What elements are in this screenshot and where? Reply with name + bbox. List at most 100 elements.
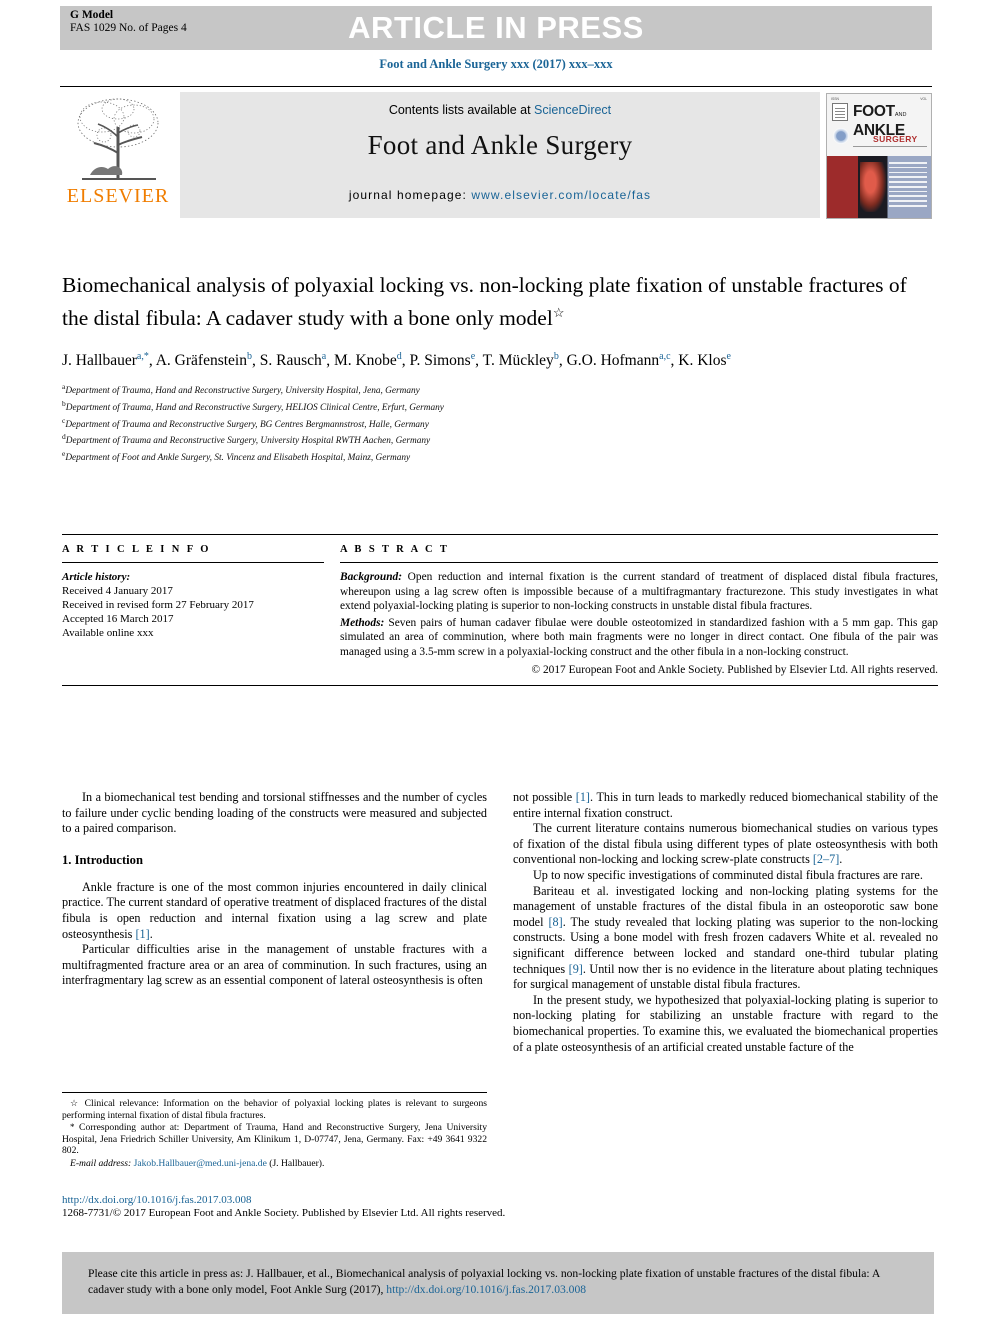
homepage-url[interactable]: www.elsevier.com/locate/fas [471,188,651,202]
author-list: J. Hallbauera,*, A. Gräfensteinb, S. Rau… [62,351,731,370]
issn-copyright-line: 1268-7731/© 2017 European Foot and Ankle… [62,1207,506,1219]
cover-contents-lines [889,162,927,214]
abstract-background-label: Background: [340,571,403,583]
homepage-label: journal homepage: [348,188,467,202]
abstract-heading: A B S T R A C T [340,544,450,555]
affiliation-item: dDepartment of Trauma and Reconstructive… [62,431,938,448]
cover-snowflake-icon [833,128,849,144]
affiliation-item: cDepartment of Trauma and Reconstructive… [62,415,938,432]
section-heading-introduction: 1. Introduction [62,852,143,867]
abstract-methods-text: Seven pairs of human cadaver fibulae wer… [340,616,938,658]
abstract-methods: Methods: Seven pairs of human cadaver fi… [340,616,938,660]
contents-prefix: Contents lists available at [388,103,535,117]
right-paragraph-1-text: not possible [513,790,576,804]
citation-ref-2-7[interactable]: [2–7] [813,852,839,866]
masthead-grey-panel: Contents lists available at ScienceDirec… [180,92,820,218]
right-paragraph-2-end: . [839,852,843,867]
info-abstract-section: A R T I C L E I N F O Article history: R… [62,534,938,687]
abstract-divider [340,562,938,563]
body-left-column: In a biomechanical test bending and tors… [62,790,487,1055]
citation-ref-1[interactable]: [1] [576,790,590,804]
title-block: Biomechanical analysis of polyaxial lock… [62,272,938,465]
affiliation-text: Department of Trauma and Reconstructive … [65,436,431,447]
contents-lists-line: Contents lists available at ScienceDirec… [180,103,820,117]
cover-top-strip: ISSN VOL [831,97,927,101]
citation-ref-1[interactable]: [1] [135,927,149,941]
journal-citation-line: Foot and Ankle Surgery xxx (2017) xxx–xx… [379,57,613,71]
elsevier-wordmark: ELSEVIER [66,185,170,207]
affiliation-item: aDepartment of Trauma, Hand and Reconstr… [62,381,938,398]
cover-divider [853,146,927,147]
right-paragraph-2: The current literature contains numerous… [513,821,938,868]
right-paragraph-1: not possible [1]. This in turn leads to … [513,790,938,821]
abstract-copyright: © 2017 European Foot and Ankle Society. … [531,663,938,676]
article-history-item: Available online xxx [62,627,154,639]
right-paragraph-5: In the present study, we hypothesized th… [513,992,938,1054]
cover-title-and: AND [894,112,907,118]
please-cite-text: Please cite this article in press as: J.… [88,1266,908,1298]
affiliation-text: Department of Trauma, Hand and Reconstru… [65,403,444,414]
body-columns: In a biomechanical test bending and tors… [62,790,938,1055]
cover-title: FOOTAND ANKLE [853,103,907,139]
article-in-press-banner: G Model FAS 1029 No. of Pages 4 ARTICLE … [60,6,932,50]
page-title-text: Biomechanical analysis of polyaxial lock… [62,273,907,331]
footnote-corresponding-author-text: Corresponding author at: Department of T… [62,1122,487,1157]
intro-paragraph-1-end: . [149,926,153,941]
article-history-item: Received in revised form 27 February 201… [62,599,254,611]
affiliation-text: Department of Foot and Ankle Surgery, St… [65,453,411,464]
article-history-item: Accepted 16 March 2017 [62,613,174,625]
footnote-clinical-relevance-text: Clinical relevance: Information on the b… [62,1098,487,1121]
article-info-heading: A R T I C L E I N F O [62,544,211,555]
elsevier-logo: ELSEVIER [62,93,174,217]
email-link[interactable]: Jakob.Hallbauer@med.uni-jena.de [134,1158,267,1169]
cite-doi-link[interactable]: http://dx.doi.org/10.1016/j.fas.2017.03.… [386,1283,586,1296]
article-history-label: Article history: [62,571,131,583]
right-paragraph-3: Up to now specific investigations of com… [533,867,923,882]
cover-title-foot: FOOT [853,103,895,120]
sciencedirect-link[interactable]: ScienceDirect [534,103,611,117]
email-owner: (J. Hallbauer). [266,1157,325,1169]
right-paragraph-2-text: The current literature contains numerous… [513,821,938,867]
intro-paragraph-1: Ankle fracture is one of the most common… [62,880,487,942]
right-paragraph-4: Bariteau et al. investigated locking and… [513,884,938,993]
doi-url[interactable]: http://dx.doi.org/10.1016/j.fas.2017.03.… [62,1194,622,1207]
doi-footer-block: http://dx.doi.org/10.1016/j.fas.2017.03.… [62,1194,622,1220]
elsevier-tree-icon [77,98,159,180]
affiliation-list: aDepartment of Trauma, Hand and Reconstr… [62,381,938,464]
footnote-star-marker: ☆ [70,1098,81,1108]
citation-ref-8[interactable]: [8] [548,915,562,929]
article-history-item: Received 4 January 2017 [62,585,173,597]
affiliation-item: bDepartment of Trauma, Hand and Reconstr… [62,398,938,415]
journal-cover-thumbnail: ISSN VOL FOOTAND ANKLE SURGERY [826,93,932,219]
journal-homepage-line: journal homepage: www.elsevier.com/locat… [180,188,820,202]
article-info-column: A R T I C L E I N F O Article history: R… [62,544,340,677]
please-cite-box: Please cite this article in press as: J.… [62,1252,934,1314]
abstract-column: A B S T R A C T Background: Open reducti… [340,544,938,677]
footnote-clinical-relevance: ☆ Clinical relevance: Information on the… [62,1098,487,1121]
intro-paragraph-1-text: Ankle fracture is one of the most common… [62,879,487,941]
journal-name: Foot and Ankle Surgery [367,130,633,160]
cover-anatomy-graphic [860,162,887,212]
cover-header: ISSN VOL FOOTAND ANKLE SURGERY [827,94,931,156]
cover-image [827,156,931,218]
abstract-background-text: Open reduction and internal fixation is … [340,571,938,613]
title-footnote-marker: ☆ [552,305,565,320]
affiliation-text: Department of Trauma, Hand and Reconstru… [65,386,420,397]
intro-paragraph-2: Particular difficulties arise in the man… [62,942,487,988]
abstract-background: Background: Open reduction and internal … [340,570,938,614]
footnote-corresponding-author: * Corresponding author at: Department of… [62,1122,487,1157]
affiliation-text: Department of Trauma and Reconstructive … [65,419,429,430]
footnote-email: E-mail address: Jakob.Hallbauer@med.uni-… [62,1158,487,1170]
lead-paragraph: In a biomechanical test bending and tors… [62,790,487,836]
abstract-methods-label: Methods: [340,616,385,629]
journal-masthead: Contents lists available at ScienceDirec… [60,86,932,219]
body-right-column: not possible [1]. This in turn leads to … [513,790,938,1055]
citation-ref-9[interactable]: [9] [569,962,583,976]
page-title: Biomechanical analysis of polyaxial lock… [62,272,938,332]
cover-society-logo-icon [832,103,848,121]
email-label: E-mail address: [70,1157,132,1169]
footnotes-block: ☆ Clinical relevance: Information on the… [62,1092,487,1171]
affiliation-item: eDepartment of Foot and Ankle Surgery, S… [62,448,938,465]
article-info-divider [62,562,324,563]
cover-subtitle: SURGERY [873,134,918,144]
